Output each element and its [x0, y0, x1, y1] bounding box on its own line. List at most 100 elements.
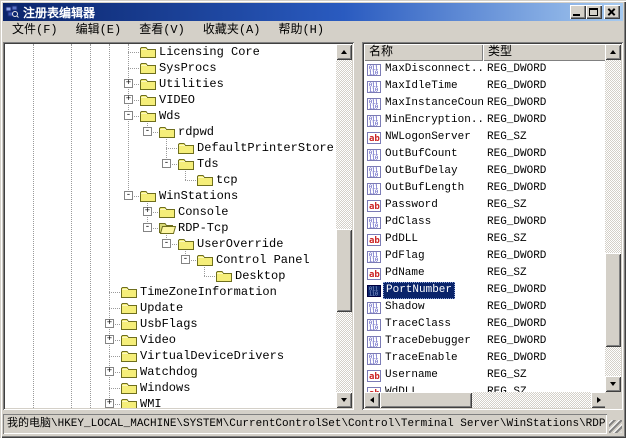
tree-scrollbar-thumb[interactable] [336, 229, 352, 312]
tree-key-label[interactable]: UserOverride [197, 236, 283, 252]
tree-row[interactable]: + Console [5, 204, 336, 220]
value-row[interactable]: 011110MaxDisconnect...REG_DWORD [364, 61, 607, 78]
value-name[interactable]: TraceClass [385, 316, 451, 333]
value-name[interactable]: OutBufLength [385, 180, 464, 197]
tree-vertical-scrollbar[interactable] [336, 44, 352, 408]
values-vertical-scrollbar[interactable] [605, 44, 621, 392]
tree-row[interactable]: - WinStations [5, 188, 336, 204]
menu-item-2[interactable]: 查看(V) [130, 21, 194, 40]
tree-row[interactable]: -RDP-Tcp [5, 220, 336, 236]
tree-key-label[interactable]: tcp [216, 172, 238, 188]
tree-row[interactable]: SysProcs [5, 60, 336, 76]
tree-row[interactable]: TimeZoneInformation [5, 284, 336, 300]
tree-scroll-down-button[interactable] [336, 392, 352, 408]
tree-row[interactable]: -UserOverride [5, 236, 336, 252]
collapse-button[interactable]: - [124, 111, 133, 120]
expand-button[interactable]: + [124, 79, 133, 88]
tree-row[interactable]: + Utilities [5, 76, 336, 92]
menu-item-0[interactable]: 文件(F) [3, 21, 67, 40]
value-row[interactable]: 011110TraceClassREG_DWORD [364, 316, 607, 333]
value-name[interactable]: NWLogonServer [385, 129, 471, 146]
tree-row[interactable]: - Wds [5, 108, 336, 124]
tree-row[interactable]: + Watchdog [5, 364, 336, 380]
tree-key-label[interactable]: SysProcs [159, 60, 217, 76]
values-scroll-left-button[interactable] [364, 392, 380, 408]
value-name[interactable]: PdDLL [385, 231, 418, 248]
value-name[interactable]: MaxDisconnect... [385, 61, 484, 78]
close-button[interactable] [604, 5, 620, 19]
collapse-button[interactable]: - [181, 255, 190, 264]
value-row[interactable]: abUsernameREG_SZ [364, 367, 607, 384]
menu-item-1[interactable]: 编辑(E) [67, 21, 131, 40]
expand-button[interactable]: + [105, 319, 114, 328]
tree-key-label[interactable]: VIDEO [159, 92, 195, 108]
column-header-type[interactable]: 类型 [483, 44, 607, 61]
value-name[interactable]: PortNumber [383, 282, 455, 299]
value-row[interactable]: 011110PdClassREG_DWORD [364, 214, 607, 231]
values-list[interactable]: 名称 类型 011110MaxDisconnect...REG_DWORD011… [364, 44, 607, 392]
expand-button[interactable]: + [143, 207, 152, 216]
value-row[interactable]: 011110TraceEnableREG_DWORD [364, 350, 607, 367]
value-name[interactable]: OutBufDelay [385, 163, 458, 180]
value-name[interactable]: TraceEnable [385, 350, 458, 367]
value-row[interactable]: 011110OutBufCountREG_DWORD [364, 146, 607, 163]
collapse-button[interactable]: - [143, 223, 152, 232]
tree-row[interactable]: + VIDEO [5, 92, 336, 108]
tree-key-label[interactable]: Console [178, 204, 228, 220]
tree-row[interactable]: + UsbFlags [5, 316, 336, 332]
value-row[interactable]: 011110MaxInstanceCountREG_DWORD [364, 95, 607, 112]
value-name[interactable]: TraceDebugger [385, 333, 471, 350]
tree-key-label[interactable]: WinStations [159, 188, 238, 204]
value-name[interactable]: Password [385, 197, 438, 214]
menu-item-3[interactable]: 收藏夹(A) [194, 21, 270, 40]
tree-key-label[interactable]: Licensing Core [159, 44, 260, 60]
expand-button[interactable]: + [105, 335, 114, 344]
value-name[interactable]: PdName [385, 265, 425, 282]
tree-key-label[interactable]: rdpwd [178, 124, 214, 140]
value-row[interactable]: 011110ShadowREG_DWORD [364, 299, 607, 316]
tree-row[interactable]: Update [5, 300, 336, 316]
tree-row[interactable]: VirtualDeviceDrivers [5, 348, 336, 364]
values-hscrollbar-thumb[interactable] [380, 392, 472, 408]
resize-grip-icon[interactable] [609, 420, 622, 433]
tree-key-label[interactable]: WMI [140, 396, 162, 408]
tree-row[interactable]: + WMI [5, 396, 336, 408]
tree-row[interactable]: Licensing Core [5, 44, 336, 60]
minimize-button[interactable] [570, 5, 586, 19]
values-horizontal-scrollbar[interactable] [364, 392, 607, 408]
tree-row[interactable]: DefaultPrinterStore [5, 140, 336, 156]
tree-row[interactable]: tcp [5, 172, 336, 188]
tree-key-label[interactable]: Utilities [159, 76, 224, 92]
value-name[interactable]: PdClass [385, 214, 431, 231]
value-row[interactable]: 011110OutBufDelayREG_DWORD [364, 163, 607, 180]
value-row[interactable]: 011110MaxIdleTimeREG_DWORD [364, 78, 607, 95]
value-name[interactable]: MaxInstanceCount [385, 95, 484, 112]
tree-key-label[interactable]: Update [140, 300, 183, 316]
column-header-name[interactable]: 名称 [364, 44, 483, 61]
value-row[interactable]: abPasswordREG_SZ [364, 197, 607, 214]
value-row[interactable]: 011110TraceDebuggerREG_DWORD [364, 333, 607, 350]
value-name[interactable]: PdFlag [385, 248, 425, 265]
tree-key-label[interactable]: Watchdog [140, 364, 198, 380]
collapse-button[interactable]: - [124, 191, 133, 200]
tree-key-label[interactable]: Control Panel [216, 252, 310, 268]
tree-key-label[interactable]: Wds [159, 108, 181, 124]
tree-row[interactable]: Desktop [5, 268, 336, 284]
tree-key-label[interactable]: Video [140, 332, 176, 348]
values-vscrollbar-thumb[interactable] [605, 253, 621, 347]
expand-button[interactable]: + [124, 95, 133, 104]
tree-key-label[interactable]: UsbFlags [140, 316, 198, 332]
values-scroll-down-button[interactable] [605, 376, 621, 392]
expand-button[interactable]: + [105, 367, 114, 376]
tree-row[interactable]: - Control Panel [5, 252, 336, 268]
expand-button[interactable]: + [105, 399, 114, 408]
value-row[interactable]: abNWLogonServerREG_SZ [364, 129, 607, 146]
value-row[interactable]: abPdNameREG_SZ [364, 265, 607, 282]
value-name[interactable]: MaxIdleTime [385, 78, 458, 95]
tree-key-label[interactable]: Windows [140, 380, 190, 396]
tree-row[interactable]: + Video [5, 332, 336, 348]
tree-key-label[interactable]: TimeZoneInformation [140, 284, 277, 300]
collapse-button[interactable]: - [143, 127, 152, 136]
value-row[interactable]: 011110OutBufLengthREG_DWORD [364, 180, 607, 197]
tree-key-label[interactable]: VirtualDeviceDrivers [140, 348, 284, 364]
